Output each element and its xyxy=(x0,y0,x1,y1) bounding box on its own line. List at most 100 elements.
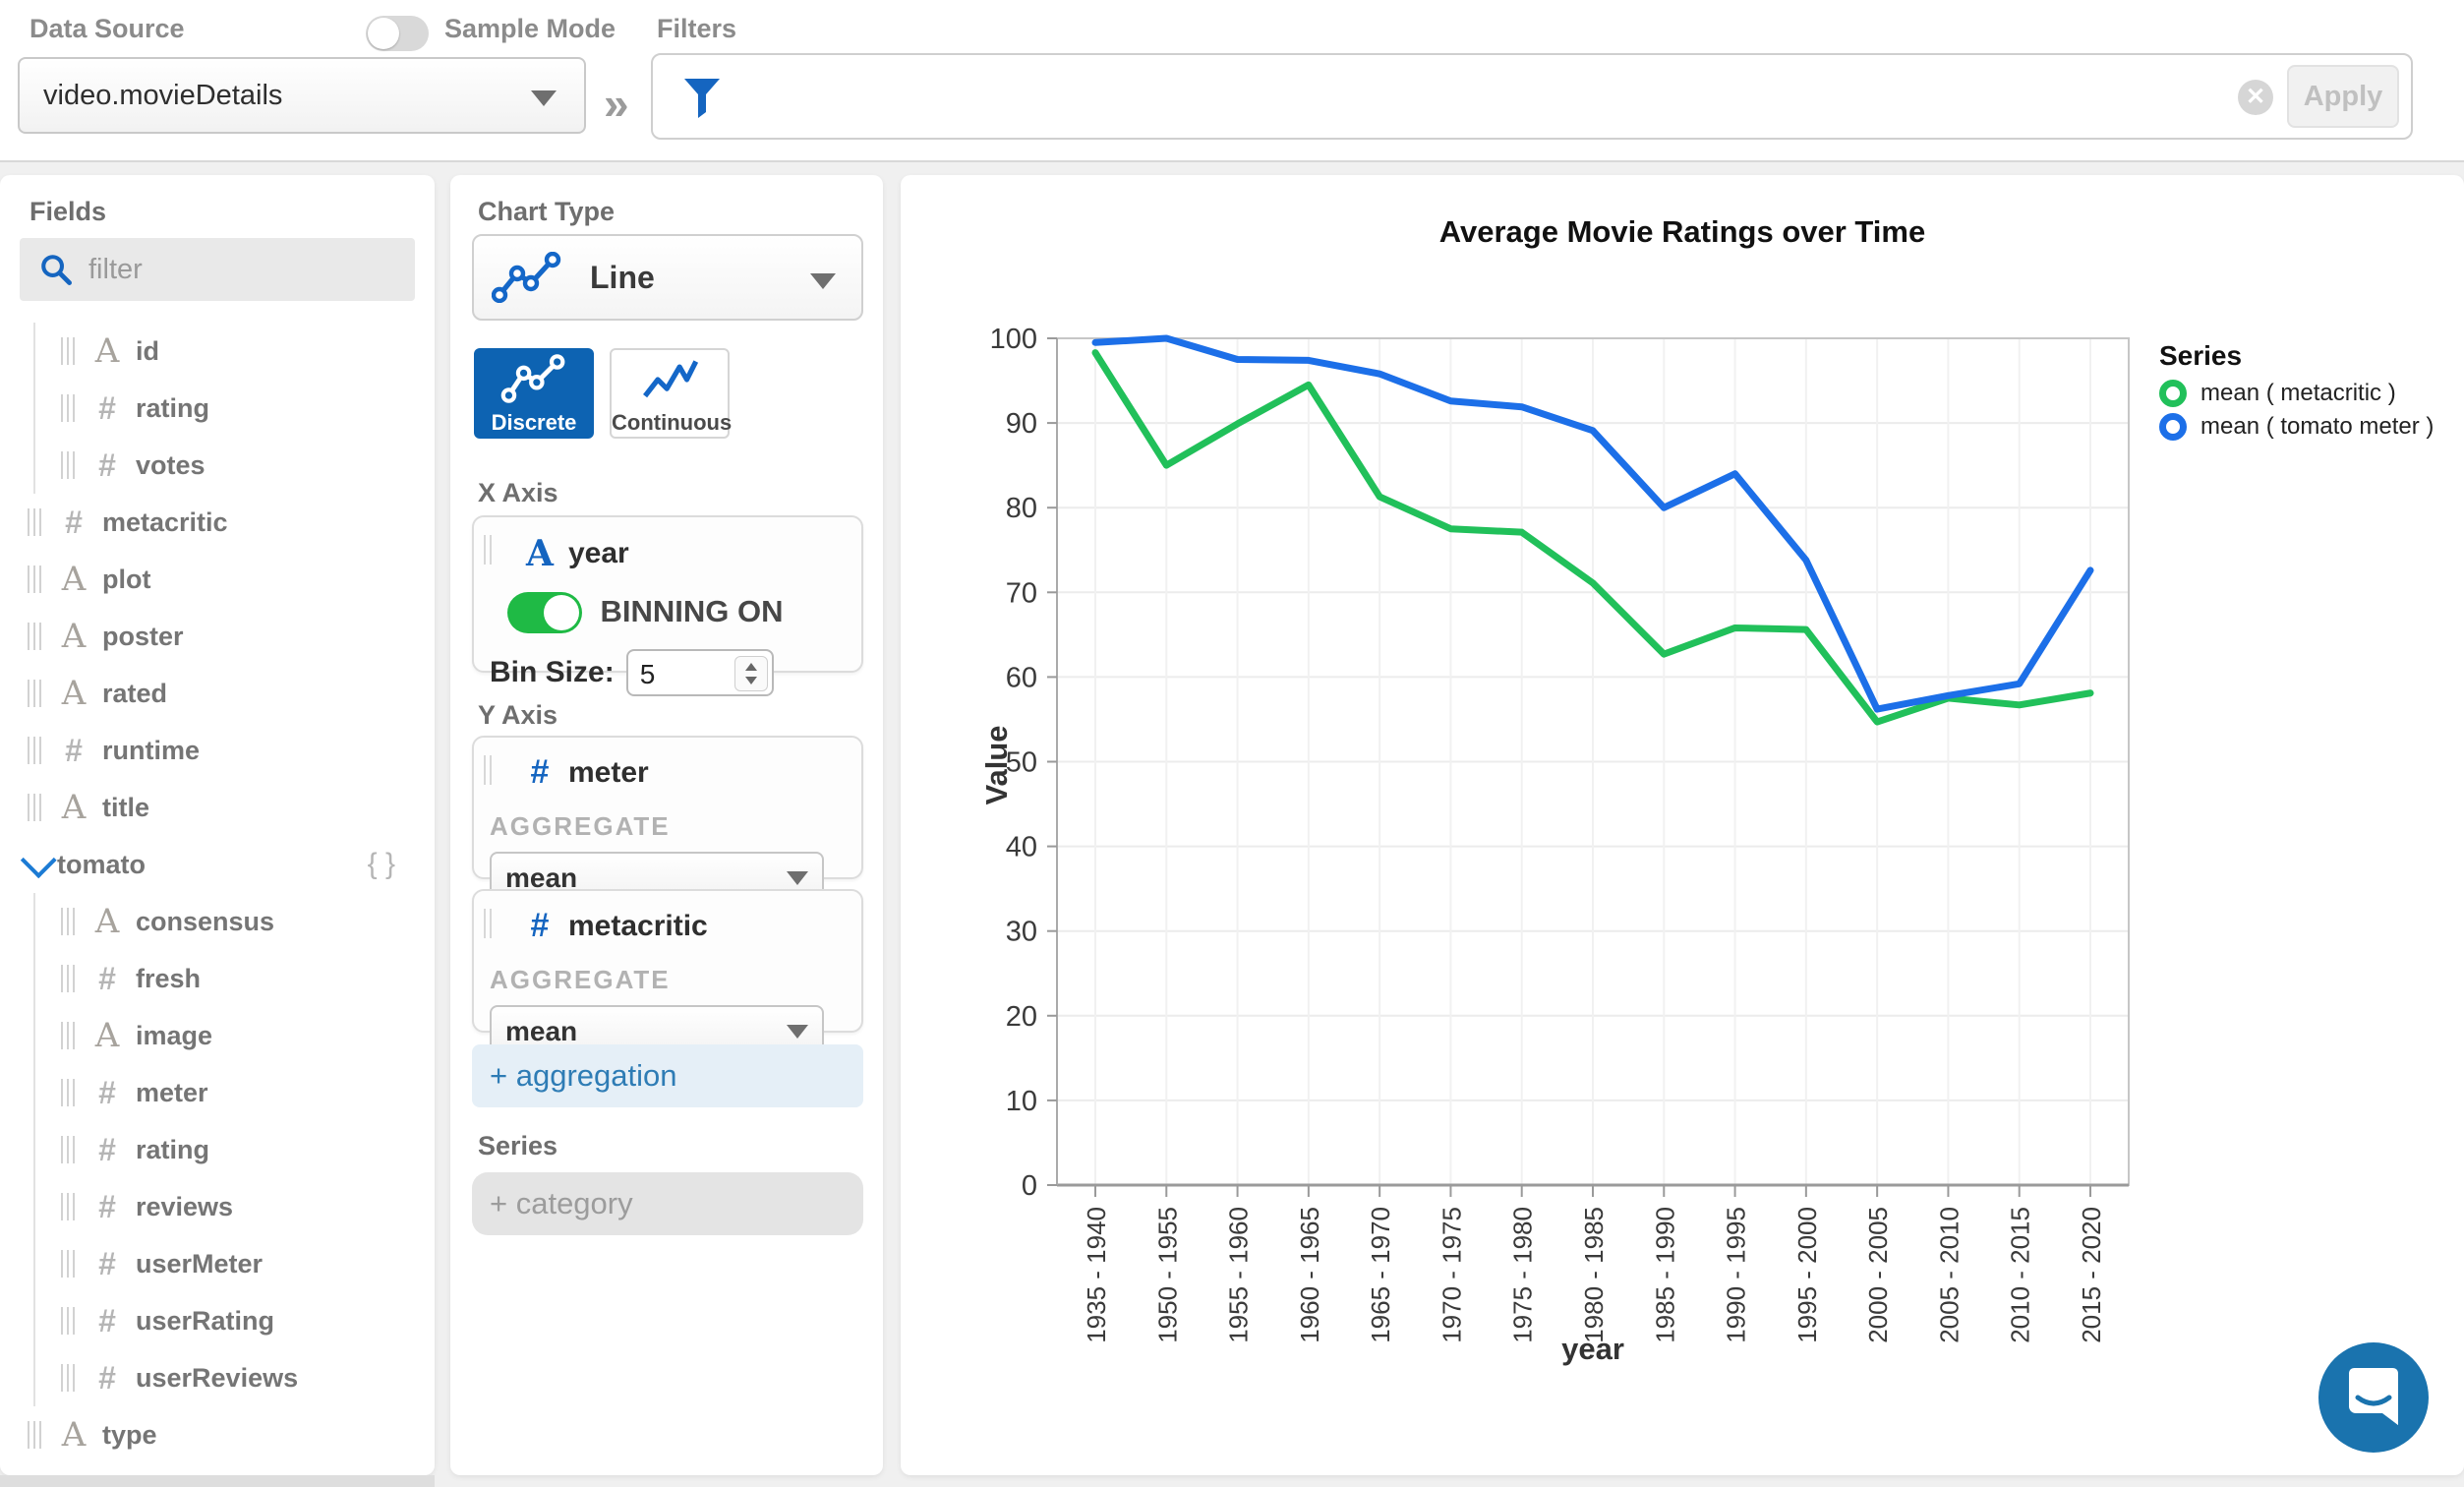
number-field-icon: # xyxy=(88,961,126,997)
bin-size-value: 5 xyxy=(640,659,656,690)
fields-title: Fields xyxy=(29,197,106,227)
drag-handle-icon[interactable] xyxy=(61,1250,75,1278)
drag-handle-icon[interactable] xyxy=(61,1136,75,1163)
add-aggregation-button[interactable]: + aggregation xyxy=(472,1044,863,1107)
drag-handle-icon[interactable] xyxy=(61,1193,75,1220)
field-item-meter[interactable]: #meter xyxy=(0,1064,435,1121)
drag-handle-icon[interactable] xyxy=(28,508,41,536)
field-item-userMeter[interactable]: #userMeter xyxy=(0,1235,435,1292)
field-item-runtime[interactable]: #runtime xyxy=(0,722,435,779)
drag-handle-icon[interactable] xyxy=(28,623,41,650)
field-search-box[interactable] xyxy=(20,238,415,301)
chart-type-label: Chart Type xyxy=(478,197,615,227)
y-axis-card-meter[interactable]: # meter AGGREGATE mean xyxy=(472,736,863,879)
drag-handle-icon[interactable] xyxy=(28,737,41,764)
field-item-poster[interactable]: Aposter xyxy=(0,608,435,665)
string-field-icon: A xyxy=(88,331,126,371)
filters-input[interactable]: ✕ Apply xyxy=(651,53,2413,140)
collapse-chevrons-icon[interactable]: » xyxy=(604,77,629,130)
field-item-metacritic[interactable]: #metacritic xyxy=(0,494,435,551)
string-field-icon: A xyxy=(55,617,92,656)
axis-tick-label: 1950 - 1955 xyxy=(1152,1207,1182,1343)
legend-item: mean ( tomato meter ) xyxy=(2159,413,2434,441)
sample-mode-toggle[interactable] xyxy=(366,16,429,51)
chart-type-select[interactable]: Line xyxy=(472,234,863,321)
drag-handle-icon[interactable] xyxy=(61,1364,75,1392)
field-item-fresh[interactable]: #fresh xyxy=(0,950,435,1007)
drag-handle-icon[interactable] xyxy=(61,394,75,422)
drag-handle-icon[interactable] xyxy=(484,755,496,785)
field-item-type[interactable]: Atype xyxy=(0,1406,435,1463)
horizontal-scrollbar[interactable] xyxy=(0,1475,435,1487)
number-field-icon: # xyxy=(88,1075,126,1111)
drag-handle-icon[interactable] xyxy=(28,680,41,707)
binning-label: BINNING ON xyxy=(600,594,783,629)
drag-handle-icon[interactable] xyxy=(61,1022,75,1049)
axis-tick-label: 2000 - 2005 xyxy=(1863,1207,1893,1343)
aggregate-label: AGGREGATE xyxy=(490,965,861,995)
field-item-rating[interactable]: #rating xyxy=(0,380,435,437)
continuous-button[interactable]: Continuous xyxy=(610,348,730,439)
drag-handle-icon[interactable] xyxy=(28,1421,41,1449)
binning-toggle[interactable] xyxy=(507,592,582,633)
bin-size-input[interactable]: 5 xyxy=(626,649,774,696)
string-field-icon: A xyxy=(88,902,126,941)
field-label: poster xyxy=(102,622,184,652)
field-item-plot[interactable]: Aplot xyxy=(0,551,435,608)
field-item-title[interactable]: Atitle xyxy=(0,779,435,836)
field-label: votes xyxy=(136,450,205,481)
drag-handle-icon[interactable] xyxy=(61,1079,75,1106)
apply-button[interactable]: Apply xyxy=(2287,65,2399,128)
field-filter-input[interactable] xyxy=(87,253,385,287)
aggregate-value: mean xyxy=(505,1016,577,1047)
field-item-image[interactable]: Aimage xyxy=(0,1007,435,1064)
series-ring-icon xyxy=(2159,413,2187,441)
field-item-reviews[interactable]: #reviews xyxy=(0,1178,435,1235)
y-axis-card-metacritic[interactable]: # metacritic AGGREGATE mean xyxy=(472,889,863,1033)
x-field-name: year xyxy=(568,537,629,570)
stepper-down-icon[interactable] xyxy=(745,677,757,684)
field-item-userReviews[interactable]: #userReviews xyxy=(0,1349,435,1406)
x-axis-card[interactable]: A year BINNING ON Bin Size: 5 xyxy=(472,515,863,673)
field-item-rating[interactable]: #rating xyxy=(0,1121,435,1178)
field-label: metacritic xyxy=(102,507,228,538)
field-item-votes[interactable]: #votes xyxy=(0,437,435,494)
clear-filter-icon[interactable]: ✕ xyxy=(2238,80,2273,115)
field-item-userRating[interactable]: #userRating xyxy=(0,1292,435,1349)
number-field-icon: # xyxy=(88,1246,126,1282)
drag-handle-icon[interactable] xyxy=(484,535,496,565)
drag-handle-icon[interactable] xyxy=(61,337,75,365)
axis-tick-label: 2010 - 2015 xyxy=(2006,1207,2035,1343)
chat-bubble-button[interactable] xyxy=(2317,1340,2431,1455)
data-source-select[interactable]: video.movieDetails xyxy=(18,57,586,134)
top-bar: Data Source Sample Mode video.movieDetai… xyxy=(0,0,2464,162)
field-item-consensus[interactable]: Aconsensus xyxy=(0,893,435,950)
drag-handle-icon[interactable] xyxy=(28,794,41,821)
number-stepper[interactable] xyxy=(734,656,768,691)
chevron-down-icon[interactable] xyxy=(21,842,57,878)
data-source-value: video.movieDetails xyxy=(43,80,282,112)
axis-tick-label: 1995 - 2000 xyxy=(1792,1207,1822,1343)
legend-item-label: mean ( tomato meter ) xyxy=(2200,413,2434,441)
drag-handle-icon[interactable] xyxy=(28,565,41,593)
string-field-icon: A xyxy=(55,1415,92,1455)
add-category-dropzone[interactable]: + category xyxy=(472,1172,863,1235)
field-label: rating xyxy=(136,393,209,424)
sample-mode-label: Sample Mode xyxy=(444,14,616,44)
drag-handle-icon[interactable] xyxy=(61,1307,75,1335)
field-item-rated[interactable]: Arated xyxy=(0,665,435,722)
stepper-up-icon[interactable] xyxy=(745,663,757,671)
drag-handle-icon[interactable] xyxy=(61,451,75,479)
discrete-button[interactable]: Discrete xyxy=(474,348,594,439)
field-label: runtime xyxy=(102,736,200,766)
line-chart-icon xyxy=(492,252,564,303)
number-field-icon: # xyxy=(88,1303,126,1339)
drag-handle-icon[interactable] xyxy=(61,965,75,992)
field-item-tomato[interactable]: tomato{ } xyxy=(0,836,435,893)
funnel-icon xyxy=(682,77,722,120)
field-item-id[interactable]: Aid xyxy=(0,323,435,380)
string-field-icon: A xyxy=(55,674,92,713)
drag-handle-icon[interactable] xyxy=(484,909,496,938)
discrete-line-icon xyxy=(499,354,568,403)
drag-handle-icon[interactable] xyxy=(61,908,75,935)
